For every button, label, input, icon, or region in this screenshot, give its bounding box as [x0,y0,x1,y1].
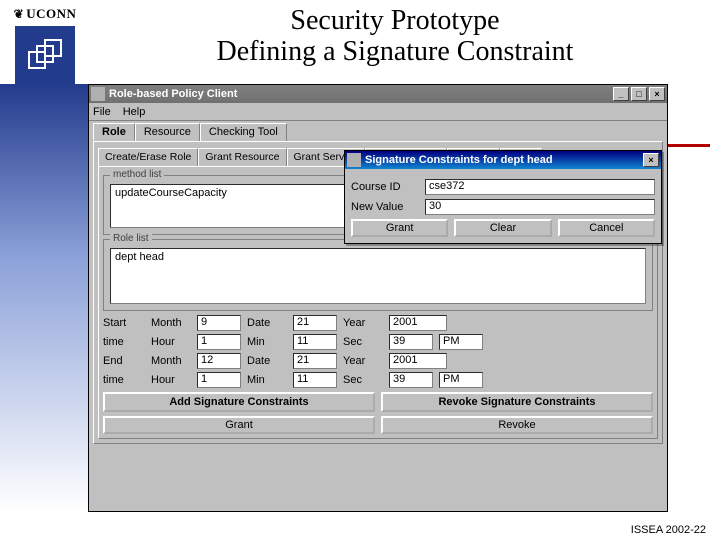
menubar: File Help [89,103,667,121]
start-hour-field[interactable]: 1 [197,334,241,350]
end-min-field[interactable]: 11 [293,372,337,388]
close-button[interactable]: × [649,87,665,101]
role-list[interactable]: dept head [110,248,646,304]
add-signature-button[interactable]: Add Signature Constraints [103,392,375,412]
date-label: Date [247,317,287,329]
start-date-field[interactable]: 21 [293,315,337,331]
start-min-field[interactable]: 11 [293,334,337,350]
uconn-wordmark: ❦ UCONN [14,6,77,22]
oak-leaf-icon: ❦ [14,7,25,22]
month-label: Month [151,317,191,329]
course-id-label: Course ID [351,181,419,193]
min-label: Min [247,374,287,386]
end-date-field[interactable]: 21 [293,353,337,369]
start-label: Start [103,317,145,329]
end-date-row: End Month 12 Date 21 Year 2001 [103,353,653,369]
window-title: Role-based Policy Client [109,88,237,100]
end-year-field[interactable]: 2001 [389,353,447,369]
hour-label: Hour [151,336,191,348]
grant-buttons: Grant Revoke [103,416,653,434]
sec-label: Sec [343,336,383,348]
title-column: Security Prototype Defining a Signature … [80,6,710,68]
time-label: time [103,336,145,348]
dialog-buttons: Grant Clear Cancel [351,219,655,237]
dialog-close-button[interactable]: × [643,153,659,167]
tab-resource[interactable]: Resource [135,123,200,141]
maximize-button[interactable]: □ [631,87,647,101]
end-ampm-field[interactable]: PM [439,372,483,388]
dialog-body: Course ID cse372 New Value 30 Grant Clea… [345,169,661,243]
dialog-titlebar: Signature Constraints for dept head × [345,151,661,169]
end-sec-field[interactable]: 39 [389,372,433,388]
start-ampm-field[interactable]: PM [439,334,483,350]
min-label: Min [247,336,287,348]
start-year-field[interactable]: 2001 [389,315,447,331]
course-id-field[interactable]: cse372 [425,179,655,195]
cascading-windows-icon [25,36,65,76]
sig-buttons: Add Signature Constraints Revoke Signatu… [103,392,653,412]
dept-logo [15,26,75,86]
end-hour-field[interactable]: 1 [197,372,241,388]
revoke-button[interactable]: Revoke [381,416,653,434]
app-window: Role-based Policy Client _ □ × File Help… [88,84,668,512]
end-month-field[interactable]: 12 [197,353,241,369]
dialog-title: Signature Constraints for dept head [365,154,553,166]
year-label: Year [343,355,383,367]
titlebar: Role-based Policy Client _ □ × [89,85,667,103]
year-label: Year [343,317,383,329]
tab-checking[interactable]: Checking Tool [200,123,287,141]
subtab-create[interactable]: Create/Erase Role [98,148,198,166]
month-label: Month [151,355,191,367]
role-list-legend: Role list [110,233,152,244]
dialog-clear-button[interactable]: Clear [454,219,551,237]
method-list-legend: method list [110,169,164,180]
slide-footer: ISSEA 2002-22 [631,524,706,536]
end-label: End [103,355,145,367]
dialog-grant-button[interactable]: Grant [351,219,448,237]
hour-label: Hour [151,374,191,386]
role-list-group: Role list dept head [103,239,653,311]
revoke-signature-button[interactable]: Revoke Signature Constraints [381,392,653,412]
main-tabs: Role Resource Checking Tool [89,121,667,141]
start-time-row: time Hour 1 Min 11 Sec 39 PM [103,334,653,350]
menu-file[interactable]: File [93,106,111,118]
date-label: Date [247,355,287,367]
menu-help[interactable]: Help [123,106,146,118]
minimize-button[interactable]: _ [613,87,629,101]
brand-text: UCONN [26,6,76,22]
end-time-row: time Hour 1 Min 11 Sec 39 PM [103,372,653,388]
start-month-field[interactable]: 9 [197,315,241,331]
new-value-row: New Value 30 [351,199,655,215]
app-icon [91,87,105,101]
subtab-grant-resource[interactable]: Grant Resource [198,148,286,166]
list-item[interactable]: dept head [115,251,641,263]
tab-role[interactable]: Role [93,123,135,141]
signature-dialog: Signature Constraints for dept head × Co… [344,150,662,244]
sec-label: Sec [343,374,383,386]
new-value-label: New Value [351,201,419,213]
time-label: time [103,374,145,386]
new-value-field[interactable]: 30 [425,199,655,215]
side-gradient [0,84,88,512]
dialog-cancel-button[interactable]: Cancel [558,219,655,237]
dialog-icon [347,153,361,167]
course-id-row: Course ID cse372 [351,179,655,195]
start-date-row: Start Month 9 Date 21 Year 2001 [103,315,653,331]
slide-title: Security Prototype Defining a Signature … [80,6,710,68]
grant-button[interactable]: Grant [103,416,375,434]
start-sec-field[interactable]: 39 [389,334,433,350]
